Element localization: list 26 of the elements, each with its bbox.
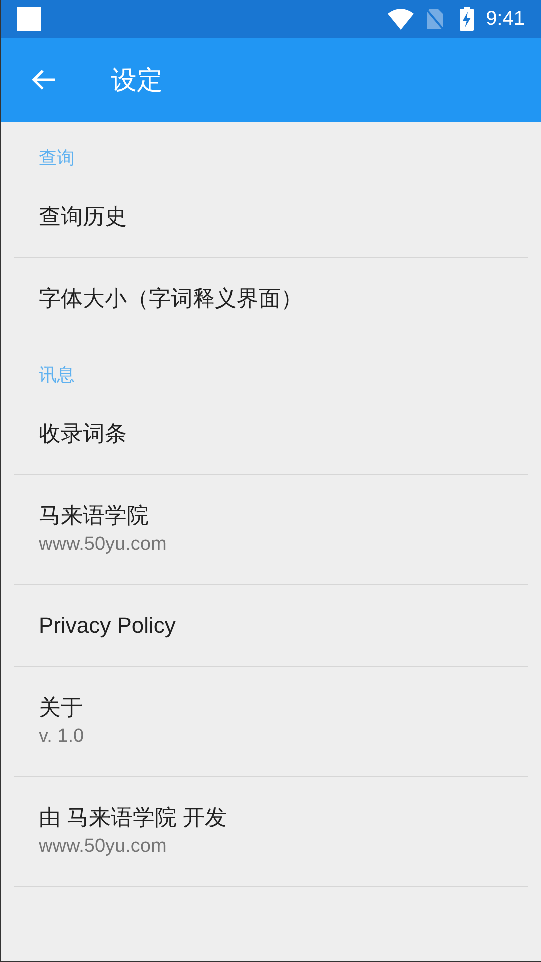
settings-item[interactable]: 关于 v. 1.0 [14,667,528,776]
settings-item[interactable]: 收录词条 [14,393,528,474]
section-header: 查询 [39,147,75,170]
wifi-icon [388,8,414,30]
status-time: 9:41 [486,7,525,32]
notification-icon [17,7,41,31]
item-title: 字体大小（字词释义界面） [39,284,304,312]
app-bar-title: 设定 [111,64,163,96]
settings-item[interactable]: 查询历史 [14,176,528,257]
item-subtitle: v. 1.0 [39,724,86,748]
settings-item[interactable]: 由 马来语学院 开发 www.50yu.com [14,777,528,886]
item-title: 收录词条 [39,420,128,448]
item-title: 查询历史 [39,202,128,230]
item-title: 由 马来语学院 开发 [39,804,228,832]
settings-item[interactable]: Privacy Policy [14,585,528,666]
settings-item[interactable]: 马来语学院 www.50yu.com [14,475,528,584]
item-title: 马来语学院 [39,502,150,530]
section-header: 讯息 [39,364,75,387]
battery-charging-icon [460,7,474,31]
item-title: 关于 [39,694,84,722]
back-arrow-icon [31,68,57,92]
no-sim-icon [426,8,444,30]
settings-item[interactable]: 字体大小（字词释义界面） [14,258,528,339]
item-title: Privacy Policy [39,612,177,640]
item-subtitle: www.50yu.com [39,834,168,858]
item-subtitle: www.50yu.com [39,532,168,556]
